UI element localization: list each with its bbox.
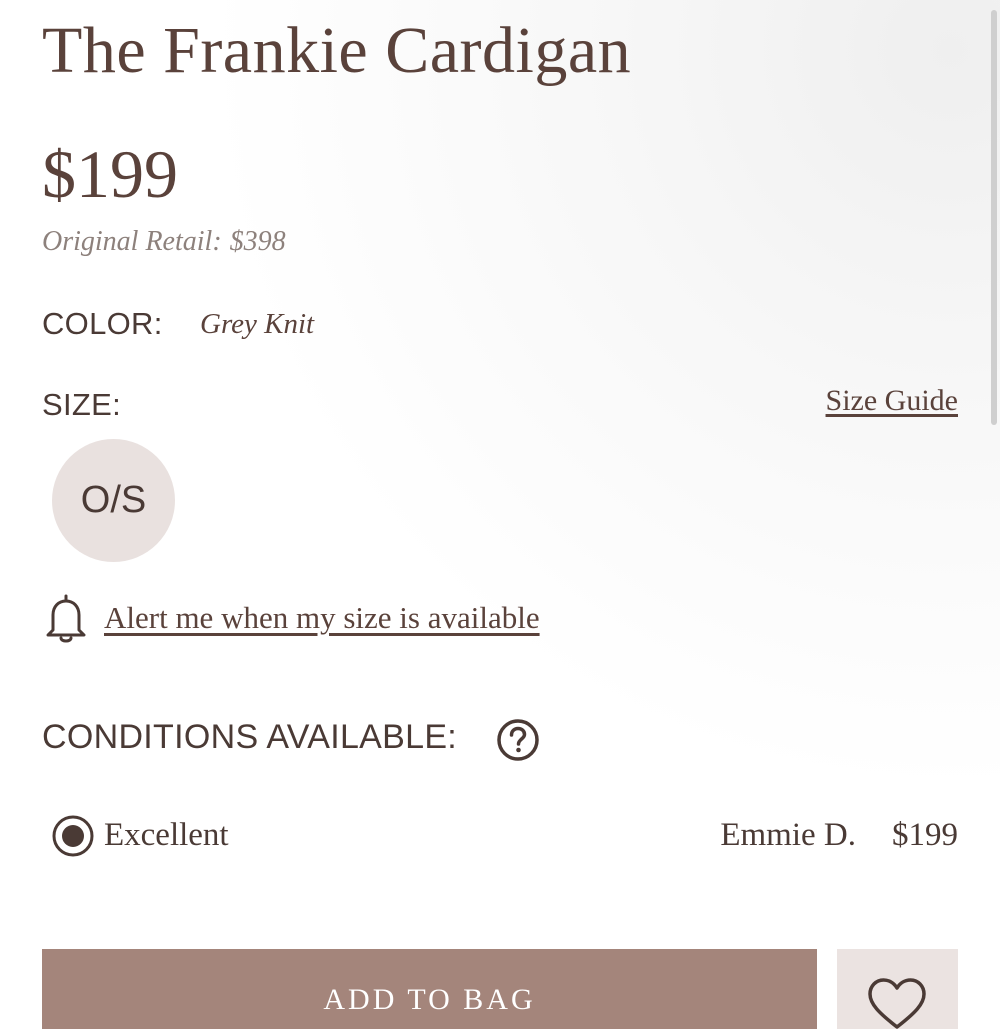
original-retail-label: Original Retail: (42, 226, 222, 257)
size-alert-text: Alert me when my size is available (104, 600, 540, 635)
product-detail-page: The Frankie Cardigan $199 Original Retai… (0, 0, 1000, 1029)
bell-icon (46, 594, 86, 643)
conditions-label: CONDITIONS AVAILABLE: (42, 718, 458, 756)
wishlist-button[interactable] (837, 949, 958, 1029)
product-title: The Frankie Cardigan (42, 14, 632, 87)
add-to-bag-button[interactable]: ADD TO BAG (42, 949, 817, 1029)
color-label: COLOR: (42, 306, 163, 341)
size-guide-link[interactable]: Size Guide (826, 384, 958, 418)
size-option-os[interactable]: O/S (52, 439, 175, 562)
scrollbar[interactable] (991, 10, 997, 425)
question-circle-icon[interactable] (496, 718, 540, 762)
condition-option-excellent[interactable]: Excellent Emmie D. $199 (52, 813, 958, 861)
size-alert-link[interactable]: Alert me when my size is available (44, 592, 540, 644)
condition-seller: Emmie D. (720, 817, 856, 853)
condition-name: Excellent (104, 817, 229, 853)
product-price: $199 (42, 136, 178, 212)
heart-icon (868, 978, 926, 1029)
radio-selected-icon[interactable] (52, 815, 94, 857)
size-label: SIZE: (42, 387, 122, 422)
condition-price: $199 (892, 817, 958, 853)
original-retail-price: $398 (229, 226, 286, 257)
original-retail: Original Retail: $398 (42, 226, 286, 258)
color-value: Grey Knit (200, 308, 315, 340)
